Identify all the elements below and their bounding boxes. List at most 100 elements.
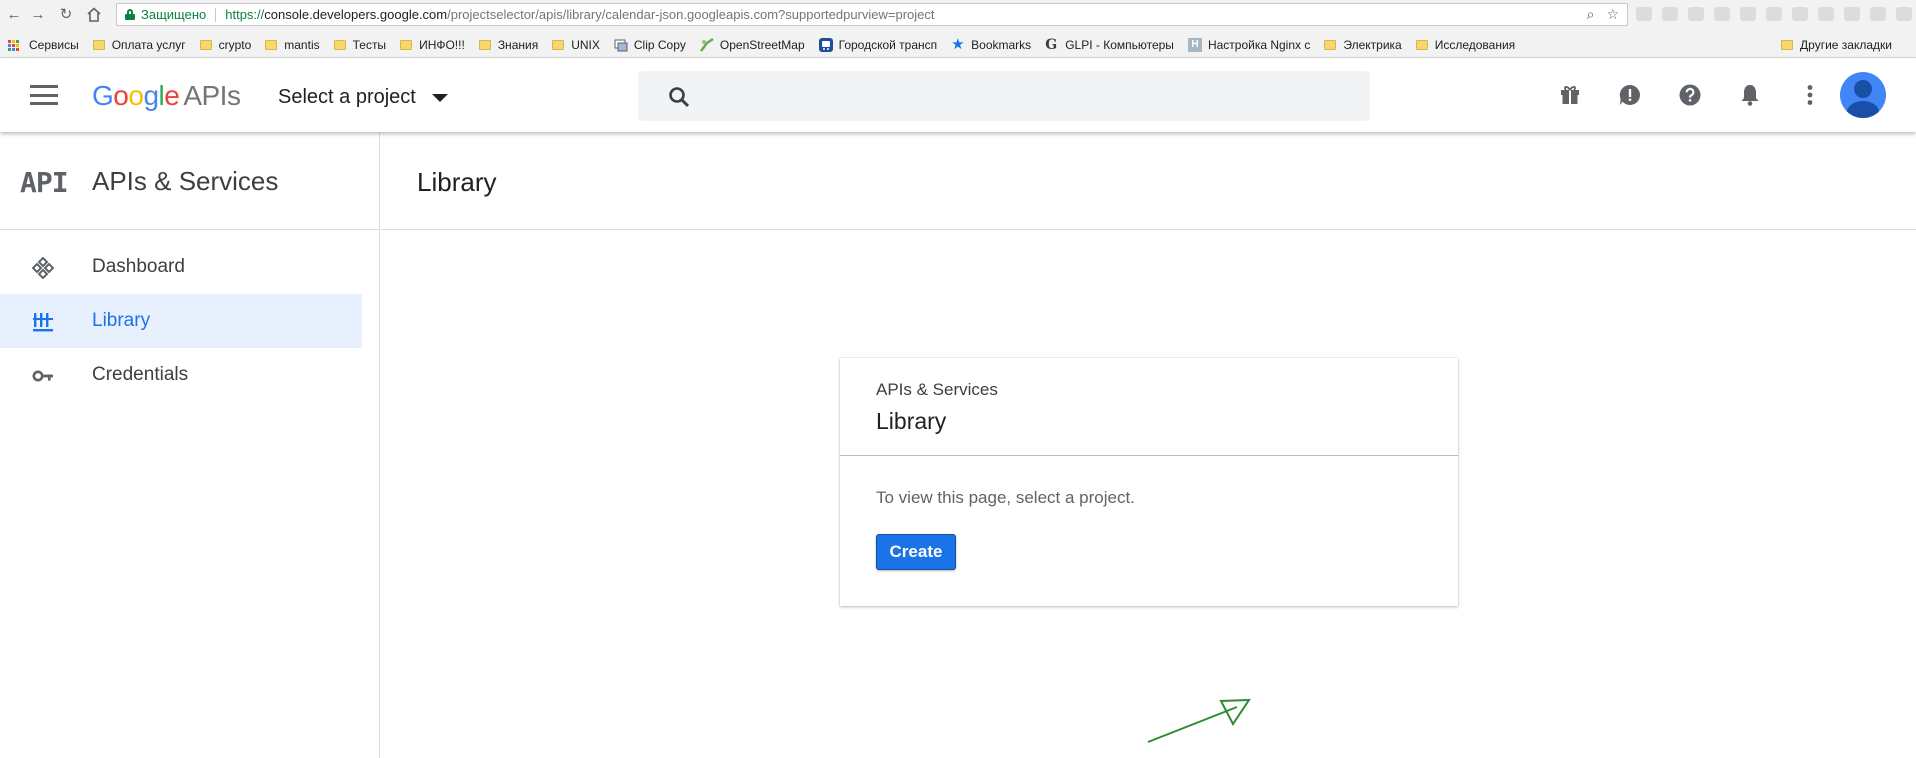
caret-down-icon <box>431 93 448 102</box>
extension-icon[interactable] <box>1896 7 1912 21</box>
bookmark-item[interactable]: Тесты <box>333 38 387 52</box>
logo-apis-text: APIs <box>183 80 241 111</box>
sidebar-item-label: Dashboard <box>92 256 185 277</box>
api-badge-icon: API <box>20 166 69 199</box>
bookmark-item[interactable]: ★ Bookmarks <box>951 37 1032 52</box>
map-icon <box>699 38 714 52</box>
main-content: Library APIs & Services Library To view … <box>381 132 1916 758</box>
omnibox-separator <box>215 7 217 22</box>
bookmark-label: Электрика <box>1343 38 1402 52</box>
folder-icon <box>265 40 278 50</box>
create-project-button[interactable]: Create <box>876 534 956 570</box>
bookmark-label: Исследования <box>1434 38 1516 52</box>
project-selector-label: Select a project <box>278 86 416 108</box>
bookmark-label: Городской трансп <box>838 38 938 52</box>
extension-icon[interactable] <box>1662 7 1678 21</box>
back-arrow-icon[interactable]: ← <box>4 4 24 24</box>
sidebar-item-library[interactable]: Library <box>0 294 362 348</box>
url-path: /projectselector/apis/library/calendar-j… <box>447 7 935 22</box>
secure-label: Защищено <box>141 7 207 22</box>
browser-nav-row: ← → ↻ Защищено https://console.developer… <box>0 0 1916 28</box>
extension-icon[interactable] <box>1766 7 1782 21</box>
folder-icon <box>92 40 105 50</box>
home-icon[interactable] <box>84 4 104 24</box>
dashboard-icon <box>32 257 54 279</box>
clipboard-icon <box>614 39 628 52</box>
header-actions <box>1552 78 1828 112</box>
bookmark-label: Bookmarks <box>971 38 1032 52</box>
extension-icon[interactable] <box>1844 7 1860 21</box>
extension-icon[interactable] <box>1714 7 1730 21</box>
sidebar-item-credentials[interactable]: Credentials <box>0 348 362 402</box>
search-icon <box>669 87 690 108</box>
bookmark-item[interactable]: Электрика <box>1324 38 1402 52</box>
bookmark-label: crypto <box>218 38 252 52</box>
sidebar-header: API APIs & Services <box>0 132 379 230</box>
bookmark-label: mantis <box>284 38 320 52</box>
bookmark-label: Настройка Nginx с <box>1207 38 1311 52</box>
bookmark-item[interactable]: mantis <box>265 38 320 52</box>
folder-icon <box>400 40 413 50</box>
reload-icon[interactable]: ↻ <box>56 4 76 24</box>
project-selector[interactable]: Select a project <box>278 86 448 109</box>
extension-icon[interactable] <box>1792 7 1808 21</box>
more-vert-icon[interactable] <box>1792 78 1828 112</box>
extensions-area <box>1636 7 1916 21</box>
bookmark-item[interactable]: H Настройка Nginx с <box>1187 38 1311 52</box>
sidebar: API APIs & Services Dashboard Library Cr… <box>0 132 380 758</box>
extension-icon[interactable] <box>1740 7 1756 21</box>
bookmark-label: GLPI - Компьютеры <box>1065 38 1174 52</box>
card-message: To view this page, select a project. <box>876 488 1135 507</box>
bookmark-item[interactable]: Исследования <box>1415 38 1516 52</box>
bookmark-item[interactable]: Оплата услуг <box>92 38 186 52</box>
bookmark-label: OpenStreetMap <box>719 38 805 52</box>
search-input[interactable] <box>638 71 1370 121</box>
bookmark-item[interactable]: Знания <box>478 38 539 52</box>
transport-icon <box>818 38 833 52</box>
extension-icon[interactable] <box>1818 7 1834 21</box>
folder-icon <box>1781 40 1794 50</box>
lock-icon <box>125 9 135 20</box>
sidebar-item-label: Library <box>92 310 151 331</box>
sidebar-item-dashboard[interactable]: Dashboard <box>0 240 362 294</box>
url-scheme: https:// <box>225 7 265 22</box>
apps-icon <box>8 39 19 51</box>
bookmark-item[interactable]: ИНФО!!! <box>400 38 465 52</box>
extension-icon[interactable] <box>1870 7 1886 21</box>
bookmark-item[interactable]: Сервисы <box>0 38 79 52</box>
bookmark-label: UNIX <box>571 38 600 52</box>
bookmark-item[interactable]: crypto <box>199 38 252 52</box>
main-header: Library <box>381 132 1916 230</box>
card-kicker: APIs & Services <box>876 380 998 399</box>
bookmark-star-icon[interactable]: ☆ <box>1606 6 1619 23</box>
page-title: Library <box>417 167 497 197</box>
folder-icon <box>199 40 212 50</box>
card-header: APIs & Services Library <box>840 358 1458 456</box>
bookmark-item[interactable]: UNIX <box>552 38 600 52</box>
address-bar[interactable]: Защищено https://console.developers.goog… <box>116 3 1628 26</box>
bookmark-item[interactable]: Городской трансп <box>818 38 938 52</box>
bookmark-item[interactable]: OpenStreetMap <box>699 38 805 52</box>
bookmark-item[interactable]: G GLPI - Компьютеры <box>1045 38 1174 52</box>
key-icon <box>32 370 53 382</box>
gift-icon[interactable] <box>1552 78 1588 112</box>
notifications-icon[interactable] <box>1732 78 1768 112</box>
forward-arrow-icon[interactable]: → <box>28 4 48 24</box>
annotation-arrow-icon <box>1147 698 1251 743</box>
folder-icon <box>552 40 565 50</box>
help-icon[interactable] <box>1672 78 1708 112</box>
bookmark-label: Тесты <box>352 38 387 52</box>
zoom-icon[interactable]: ⌕ <box>1587 6 1595 23</box>
other-bookmarks[interactable]: Другие закладки <box>1781 34 1892 56</box>
menu-icon[interactable] <box>30 85 58 105</box>
feedback-icon[interactable] <box>1612 78 1648 112</box>
extension-icon[interactable] <box>1688 7 1704 21</box>
bookmark-item[interactable]: Clip Copy <box>614 38 686 52</box>
folder-icon <box>478 40 491 50</box>
avatar[interactable] <box>1840 72 1886 118</box>
bookmark-label: Знания <box>497 38 539 52</box>
extension-icon[interactable] <box>1636 7 1652 21</box>
google-apis-logo[interactable]: Google APIs <box>92 80 241 112</box>
google-logo-text: Google <box>92 80 180 111</box>
bookmark-label: Сервисы <box>29 38 79 52</box>
